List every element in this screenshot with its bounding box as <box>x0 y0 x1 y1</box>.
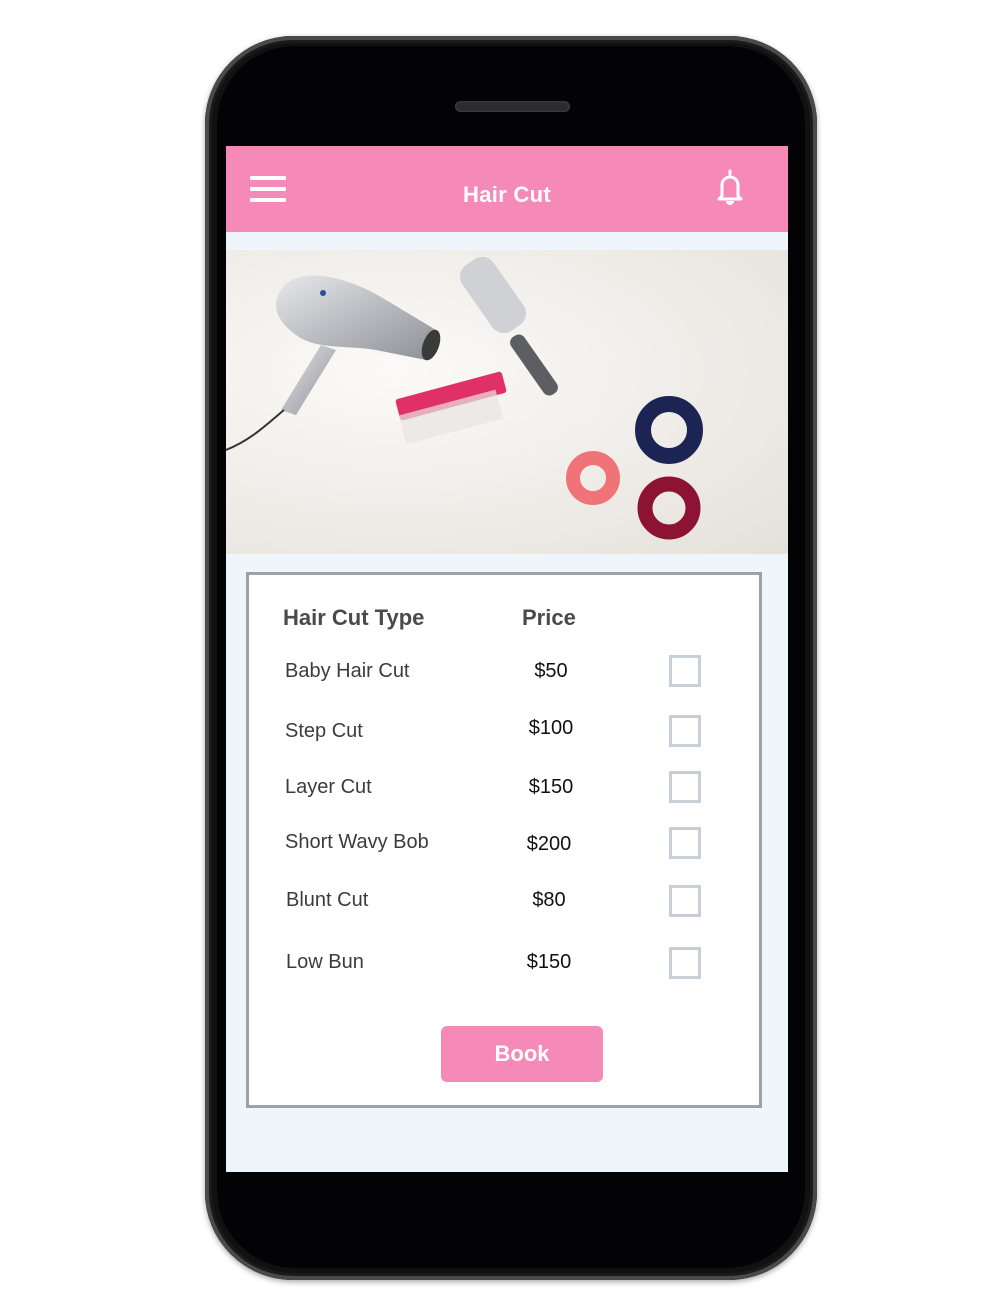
haircut-price: $150 <box>526 951 572 973</box>
select-checkbox[interactable] <box>669 715 701 747</box>
hero-image <box>226 250 788 554</box>
select-checkbox[interactable] <box>669 947 701 979</box>
phone-speaker <box>455 101 570 112</box>
round-brush <box>459 256 558 396</box>
haircut-name: Step Cut <box>285 720 363 742</box>
haircut-name: Blunt Cut <box>286 889 369 911</box>
app-bar: Hair Cut <box>226 146 788 232</box>
haircut-list-card: Hair Cut Type Price Baby Hair Cut $50 St… <box>246 572 762 1108</box>
book-button[interactable]: Book <box>441 1026 603 1082</box>
haircut-name: Low Bun <box>286 951 364 973</box>
column-header-price: Price <box>522 605 576 630</box>
select-checkbox[interactable] <box>669 771 701 803</box>
page-title: Hair Cut <box>463 182 551 207</box>
pink-comb <box>395 371 507 445</box>
haircut-name: Layer Cut <box>285 776 372 798</box>
haircut-name: Short Wavy Bob <box>285 831 429 853</box>
haircut-price: $100 <box>528 717 574 739</box>
select-checkbox[interactable] <box>669 655 701 687</box>
column-header-type: Hair Cut Type <box>283 605 425 630</box>
select-checkbox[interactable] <box>669 827 701 859</box>
bell-icon[interactable] <box>713 168 747 208</box>
haircut-price: $50 <box>534 660 568 682</box>
haircut-price: $200 <box>526 833 572 855</box>
scrunchies <box>566 396 703 540</box>
select-checkbox[interactable] <box>669 885 701 917</box>
haircut-price: $150 <box>528 776 574 798</box>
haircut-name: Baby Hair Cut <box>285 660 410 682</box>
app-screen: Hair Cut Hair Cut Type Price Baby Hair C… <box>226 146 788 1172</box>
haircut-price: $80 <box>532 889 566 911</box>
